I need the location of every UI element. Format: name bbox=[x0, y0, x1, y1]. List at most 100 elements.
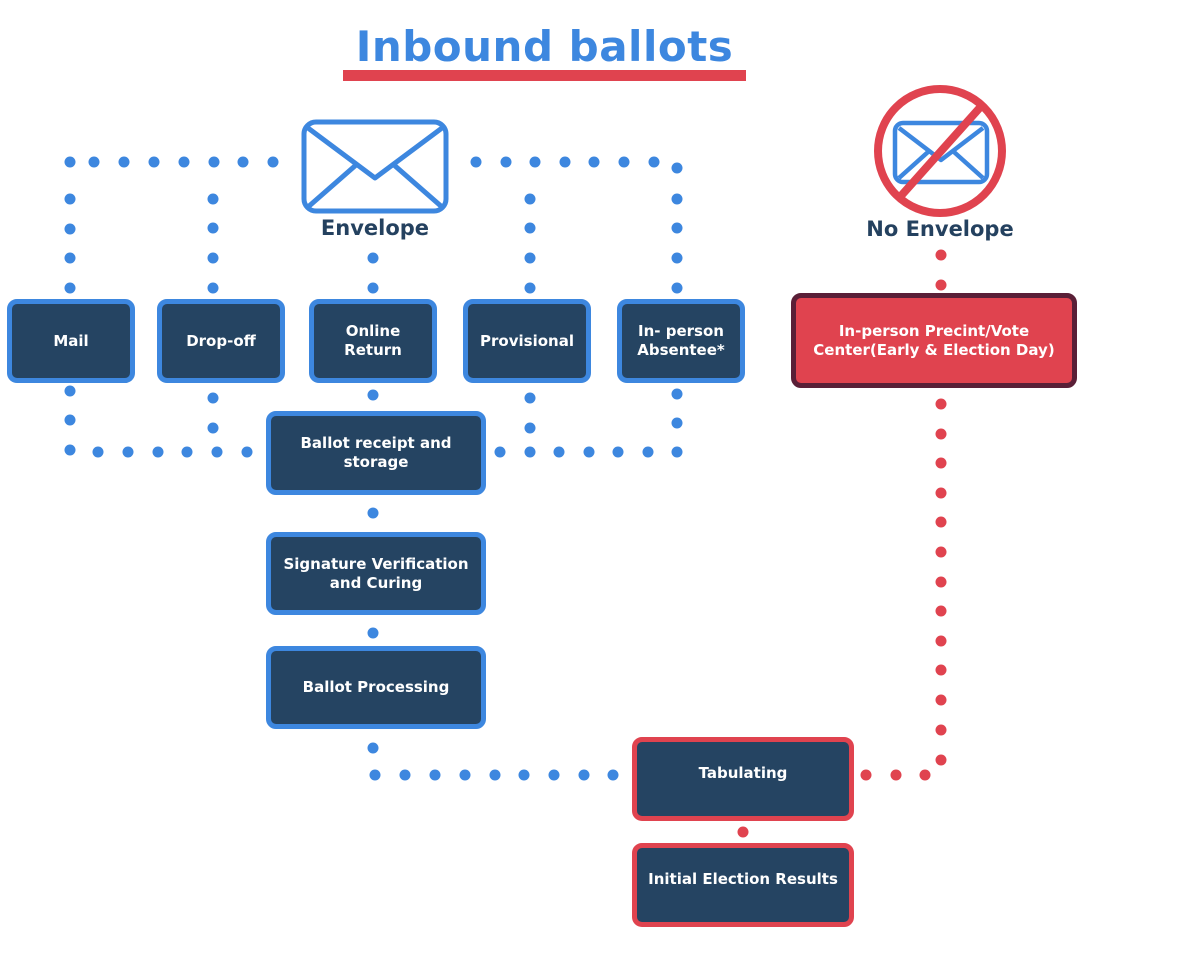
connector-dot-envelope-right bbox=[559, 156, 571, 168]
connector-dot-tabulating-to-results bbox=[737, 826, 749, 838]
connector-dot-right-rail bbox=[583, 446, 595, 458]
connector-dot-right-rail bbox=[494, 446, 506, 458]
node-signature-verification: Signature Verification and Curing bbox=[266, 532, 486, 615]
connector-dot-envelope-left bbox=[208, 156, 220, 168]
connector-dot-right-rail bbox=[524, 446, 536, 458]
node-ballot-receipt-label: Ballot receipt and storage bbox=[300, 434, 452, 471]
connector-dot-precinct-to-tabulating bbox=[860, 769, 872, 781]
connector-dot-signature-to-processing bbox=[367, 627, 379, 639]
no-envelope-label: No Envelope bbox=[866, 217, 1014, 241]
node-ballot-processing-label: Ballot Processing bbox=[302, 678, 450, 696]
connector-dot-precinct-down bbox=[935, 694, 947, 706]
connector-dot-absentee-out bbox=[671, 388, 683, 400]
connector-dot-envelope-right bbox=[618, 156, 630, 168]
connector-dot-processing-to-tabulating bbox=[369, 769, 381, 781]
connector-dot-left-rail bbox=[181, 446, 193, 458]
connector-dot-envelope-left bbox=[64, 156, 76, 168]
connector-dot-precinct-down bbox=[935, 428, 947, 440]
node-in-person-absentee: In- person Absentee* bbox=[617, 299, 745, 383]
node-initial-results: Initial Election Results bbox=[632, 843, 854, 927]
node-online-return-label: Online Return bbox=[344, 322, 402, 359]
connector-dot-envelope-left bbox=[237, 156, 249, 168]
node-in-person-precinct-label: In-person Precint/Vote Center(Early & El… bbox=[813, 321, 1055, 359]
envelope-icon bbox=[301, 119, 449, 214]
node-drop-off-label: Drop-off bbox=[186, 331, 256, 350]
connector-dot-provisional-out bbox=[524, 422, 536, 434]
envelope-label: Envelope bbox=[320, 216, 430, 240]
node-in-person-precinct: In-person Precint/Vote Center(Early & El… bbox=[791, 293, 1077, 388]
connector-dot-left-rail bbox=[152, 446, 164, 458]
no-envelope-icon bbox=[874, 85, 1006, 217]
page-title: Inbound ballots bbox=[355, 22, 734, 71]
connector-dot-mail-out bbox=[64, 385, 76, 397]
connector-dot-no-envelope-in bbox=[935, 279, 947, 291]
connector-dot-precinct-down bbox=[935, 487, 947, 499]
connector-dot-precinct-down bbox=[935, 605, 947, 617]
connector-dot-provisional-in bbox=[524, 222, 536, 234]
connector-dot-precinct-down bbox=[935, 457, 947, 469]
connector-dot-envelope-right bbox=[588, 156, 600, 168]
connector-dot-provisional-out bbox=[524, 392, 536, 404]
connector-dot-precinct-down bbox=[935, 635, 947, 647]
connector-dot-absentee-in bbox=[671, 193, 683, 205]
connector-dot-absentee-in bbox=[671, 222, 683, 234]
connector-dot-right-rail bbox=[612, 446, 624, 458]
title-underline bbox=[343, 70, 746, 81]
connector-dot-processing-to-tabulating bbox=[518, 769, 530, 781]
connector-dot-drop-off-out bbox=[207, 392, 219, 404]
connector-dot-right-rail bbox=[671, 446, 683, 458]
connector-dot-drop-off-in bbox=[207, 282, 219, 294]
connector-dot-drop-off-in bbox=[207, 193, 219, 205]
connector-dot-envelope-right bbox=[529, 156, 541, 168]
connector-dot-online-return-in bbox=[367, 282, 379, 294]
connector-dot-processing-down bbox=[367, 742, 379, 754]
connector-dot-processing-to-tabulating bbox=[489, 769, 501, 781]
connector-dot-envelope-left bbox=[267, 156, 279, 168]
node-ballot-receipt: Ballot receipt and storage bbox=[266, 411, 486, 495]
connector-dot-envelope-left bbox=[148, 156, 160, 168]
connector-dot-precinct-down bbox=[935, 516, 947, 528]
node-tabulating: Tabulating bbox=[632, 737, 854, 821]
connector-dot-precinct-down bbox=[935, 754, 947, 766]
connector-dot-envelope-left bbox=[88, 156, 100, 168]
connector-dot-precinct-down bbox=[935, 546, 947, 558]
node-signature-verification-label: Signature Verification and Curing bbox=[283, 554, 469, 592]
connector-dot-precinct-down bbox=[935, 398, 947, 410]
node-initial-results-label: Initial Election Results bbox=[648, 870, 838, 888]
connector-dot-mail-in bbox=[64, 193, 76, 205]
connector-dot-precinct-down bbox=[935, 576, 947, 588]
node-online-return: Online Return bbox=[309, 299, 437, 383]
connector-dot-drop-off-out bbox=[207, 422, 219, 434]
connector-dot-no-envelope-in bbox=[935, 249, 947, 261]
connector-dot-left-rail bbox=[211, 446, 223, 458]
connector-dot-processing-to-tabulating bbox=[607, 769, 619, 781]
node-tabulating-label: Tabulating bbox=[698, 764, 788, 782]
connector-dot-processing-to-tabulating bbox=[399, 769, 411, 781]
connector-dot-drop-off-in bbox=[207, 222, 219, 234]
connector-dot-processing-to-tabulating bbox=[548, 769, 560, 781]
connector-dot-mail-in bbox=[64, 282, 76, 294]
connector-dot-mail-out bbox=[64, 444, 76, 456]
connector-dot-left-rail bbox=[122, 446, 134, 458]
connector-dot-envelope-right bbox=[500, 156, 512, 168]
connector-dot-envelope-right bbox=[648, 156, 660, 168]
connector-dot-absentee-in bbox=[671, 252, 683, 264]
connector-dot-provisional-in bbox=[524, 252, 536, 264]
connector-dot-provisional-in bbox=[524, 193, 536, 205]
connector-dot-provisional-in bbox=[524, 282, 536, 294]
connector-dot-envelope-left bbox=[118, 156, 130, 168]
connector-dot-processing-to-tabulating bbox=[459, 769, 471, 781]
connector-dot-precinct-down bbox=[935, 664, 947, 676]
connector-dot-right-rail bbox=[642, 446, 654, 458]
connector-dot-absentee-in bbox=[671, 282, 683, 294]
connector-dot-right-rail bbox=[553, 446, 565, 458]
node-ballot-processing: Ballot Processing bbox=[266, 646, 486, 729]
node-mail: Mail bbox=[7, 299, 135, 383]
connector-dot-online-return-in bbox=[367, 252, 379, 264]
connector-dot-mail-in bbox=[64, 252, 76, 264]
connector-dot-left-rail bbox=[241, 446, 253, 458]
node-drop-off: Drop-off bbox=[157, 299, 285, 383]
connector-dot-drop-off-in bbox=[207, 252, 219, 264]
connector-dot-left-rail bbox=[92, 446, 104, 458]
flow-diagram bbox=[64, 85, 1006, 838]
